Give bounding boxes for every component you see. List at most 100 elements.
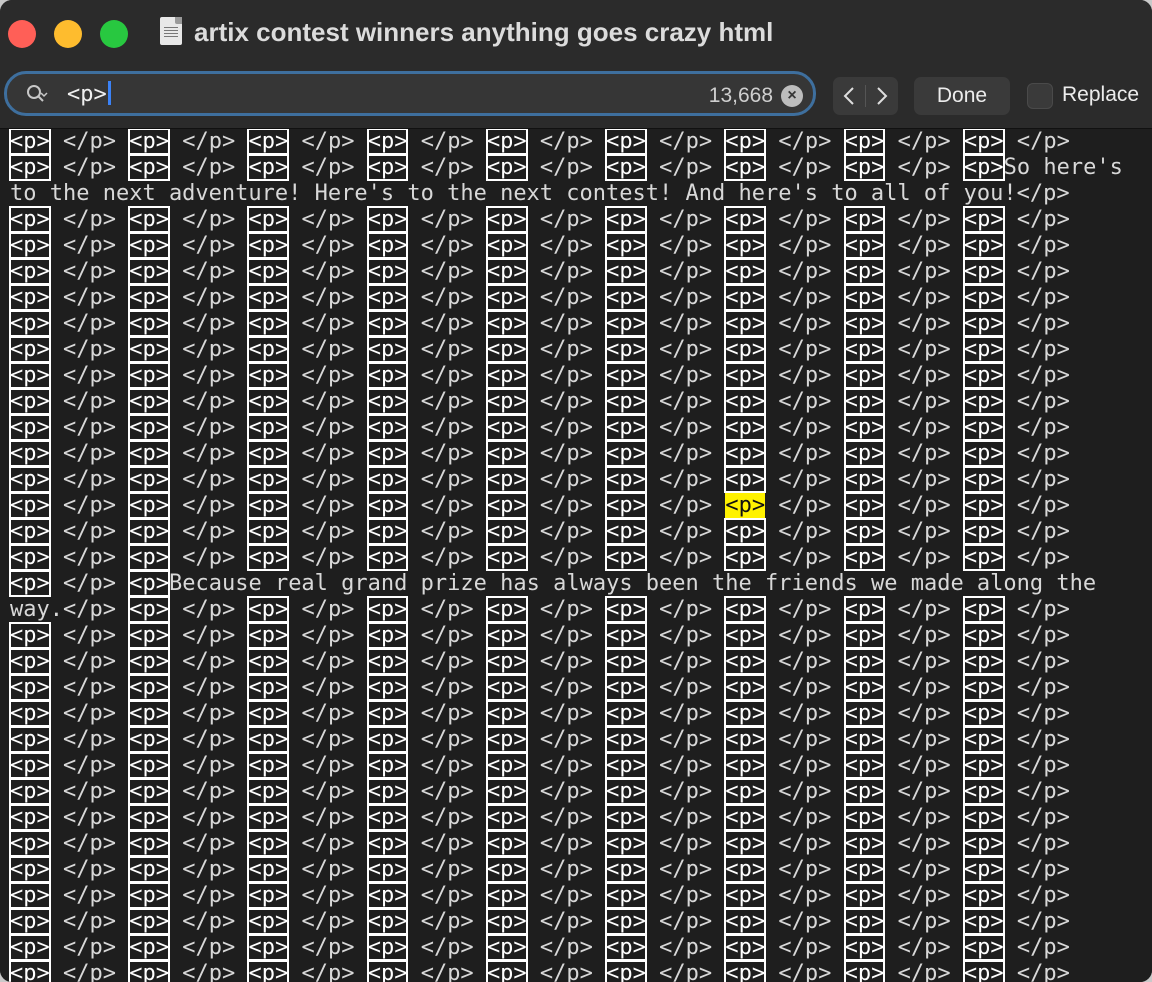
search-match: <p> — [366, 492, 409, 519]
search-match: <p> — [962, 232, 1005, 259]
search-match: <p> — [843, 206, 886, 233]
code-line: <p> </p> <p> </p> <p> </p> <p> </p> <p> … — [9, 440, 1070, 467]
next-match-button[interactable] — [866, 77, 898, 115]
search-match: <p> — [724, 362, 767, 389]
search-match: <p> — [247, 336, 290, 363]
search-match: <p> — [843, 466, 886, 493]
search-field[interactable]: <p> 13,668 × — [4, 71, 816, 116]
code-line: <p> </p> <p> </p> <p> </p> <p> </p> <p> … — [9, 882, 1070, 909]
search-match: <p> — [9, 518, 51, 545]
search-match: <p> — [724, 648, 767, 675]
chevron-left-icon — [843, 87, 854, 105]
search-match: <p> — [962, 622, 1005, 649]
search-value: <p> — [67, 82, 107, 107]
search-match: <p> — [962, 908, 1005, 935]
search-match: <p> — [247, 154, 290, 181]
document-icon — [160, 17, 182, 45]
search-match: <p> — [605, 882, 647, 909]
match-navigation — [833, 77, 898, 115]
search-match: <p> — [366, 856, 409, 883]
search-match: <p> — [724, 882, 767, 909]
search-match: <p> — [247, 856, 290, 883]
text-editor[interactable]: <p> </p> <p> </p> <p> </p> <p> </p> <p> … — [0, 129, 1152, 982]
search-match: <p> — [724, 726, 767, 753]
search-match: <p> — [843, 882, 886, 909]
search-match: <p> — [962, 804, 1005, 831]
search-match: <p> — [605, 154, 647, 181]
search-match: <p> — [9, 726, 51, 753]
search-match: <p> — [9, 492, 51, 519]
search-match: <p> — [843, 129, 886, 155]
search-match: <p> — [9, 258, 51, 285]
search-match: <p> — [485, 856, 528, 883]
zoom-button[interactable] — [100, 20, 128, 48]
search-match: <p> — [128, 778, 170, 805]
title-bar: artix contest winners anything goes craz… — [0, 0, 1152, 66]
search-match: <p> — [724, 778, 767, 805]
search-match: <p> — [247, 622, 290, 649]
search-match: <p> — [366, 336, 409, 363]
search-match: <p> — [366, 310, 409, 337]
search-match: <p> — [962, 700, 1005, 727]
search-match: <p> — [366, 804, 409, 831]
search-match: <p> — [724, 206, 767, 233]
search-match: <p> — [128, 570, 170, 597]
done-button[interactable]: Done — [914, 77, 1010, 115]
search-match: <p> — [843, 960, 886, 982]
search-match: <p> — [605, 778, 647, 805]
search-match: <p> — [247, 648, 290, 675]
search-input[interactable]: <p> — [67, 81, 111, 107]
search-match: <p> — [366, 466, 409, 493]
search-match: <p> — [843, 804, 886, 831]
search-match: <p> — [9, 206, 51, 233]
search-match: <p> — [724, 336, 767, 363]
close-button[interactable] — [8, 20, 36, 48]
document-text: <p> </p> <p> </p> <p> </p> <p> </p> <p> … — [9, 129, 1123, 982]
search-match: <p> — [605, 908, 647, 935]
replace-label[interactable]: Replace — [1062, 83, 1139, 107]
search-match: <p> — [485, 726, 528, 753]
search-match: <p> — [843, 258, 886, 285]
search-match: <p> — [485, 284, 528, 311]
search-match: <p> — [247, 414, 290, 441]
search-match: <p> — [724, 232, 767, 259]
search-match: <p> — [485, 804, 528, 831]
search-match: <p> — [724, 830, 767, 857]
minimize-button[interactable] — [54, 20, 82, 48]
search-match: <p> — [605, 466, 647, 493]
replace-checkbox[interactable] — [1027, 83, 1053, 109]
search-match: <p> — [366, 129, 409, 155]
search-match: <p> — [605, 960, 647, 982]
search-match: <p> — [724, 804, 767, 831]
search-match: <p> — [9, 778, 51, 805]
search-match: <p> — [485, 830, 528, 857]
search-match: <p> — [128, 830, 170, 857]
code-line: <p> </p> <p> </p> <p> </p> <p> </p> <p> … — [9, 830, 1070, 857]
search-match: <p> — [9, 466, 51, 493]
search-match: <p> — [485, 648, 528, 675]
code-line: <p> </p> <p> </p> <p> </p> <p> </p> <p> … — [9, 960, 1123, 982]
search-match: <p> — [247, 258, 290, 285]
search-match: <p> — [247, 804, 290, 831]
current-search-match: <p> — [725, 491, 766, 520]
search-match: <p> — [128, 674, 170, 701]
code-line: <p> </p> <p> </p> <p> </p> <p> </p> <p> … — [9, 674, 1070, 701]
search-match: <p> — [962, 492, 1005, 519]
search-match: <p> — [485, 752, 528, 779]
search-match: <p> — [9, 414, 51, 441]
search-match: <p> — [605, 232, 647, 259]
search-icon[interactable] — [26, 84, 48, 106]
search-match: <p> — [605, 830, 647, 857]
previous-match-button[interactable] — [833, 77, 865, 115]
search-match: <p> — [962, 856, 1005, 883]
code-line: <p> </p> <p> </p> <p> </p> <p> </p> <p> … — [9, 726, 1070, 753]
search-match: <p> — [128, 960, 170, 982]
search-match: <p> — [962, 284, 1005, 311]
clear-search-icon[interactable]: × — [781, 85, 803, 107]
search-match: <p> — [9, 960, 51, 982]
search-match: <p> — [128, 596, 170, 623]
search-match: <p> — [247, 362, 290, 389]
search-match: <p> — [485, 440, 528, 467]
search-match: <p> — [724, 622, 767, 649]
search-match: <p> — [605, 362, 647, 389]
